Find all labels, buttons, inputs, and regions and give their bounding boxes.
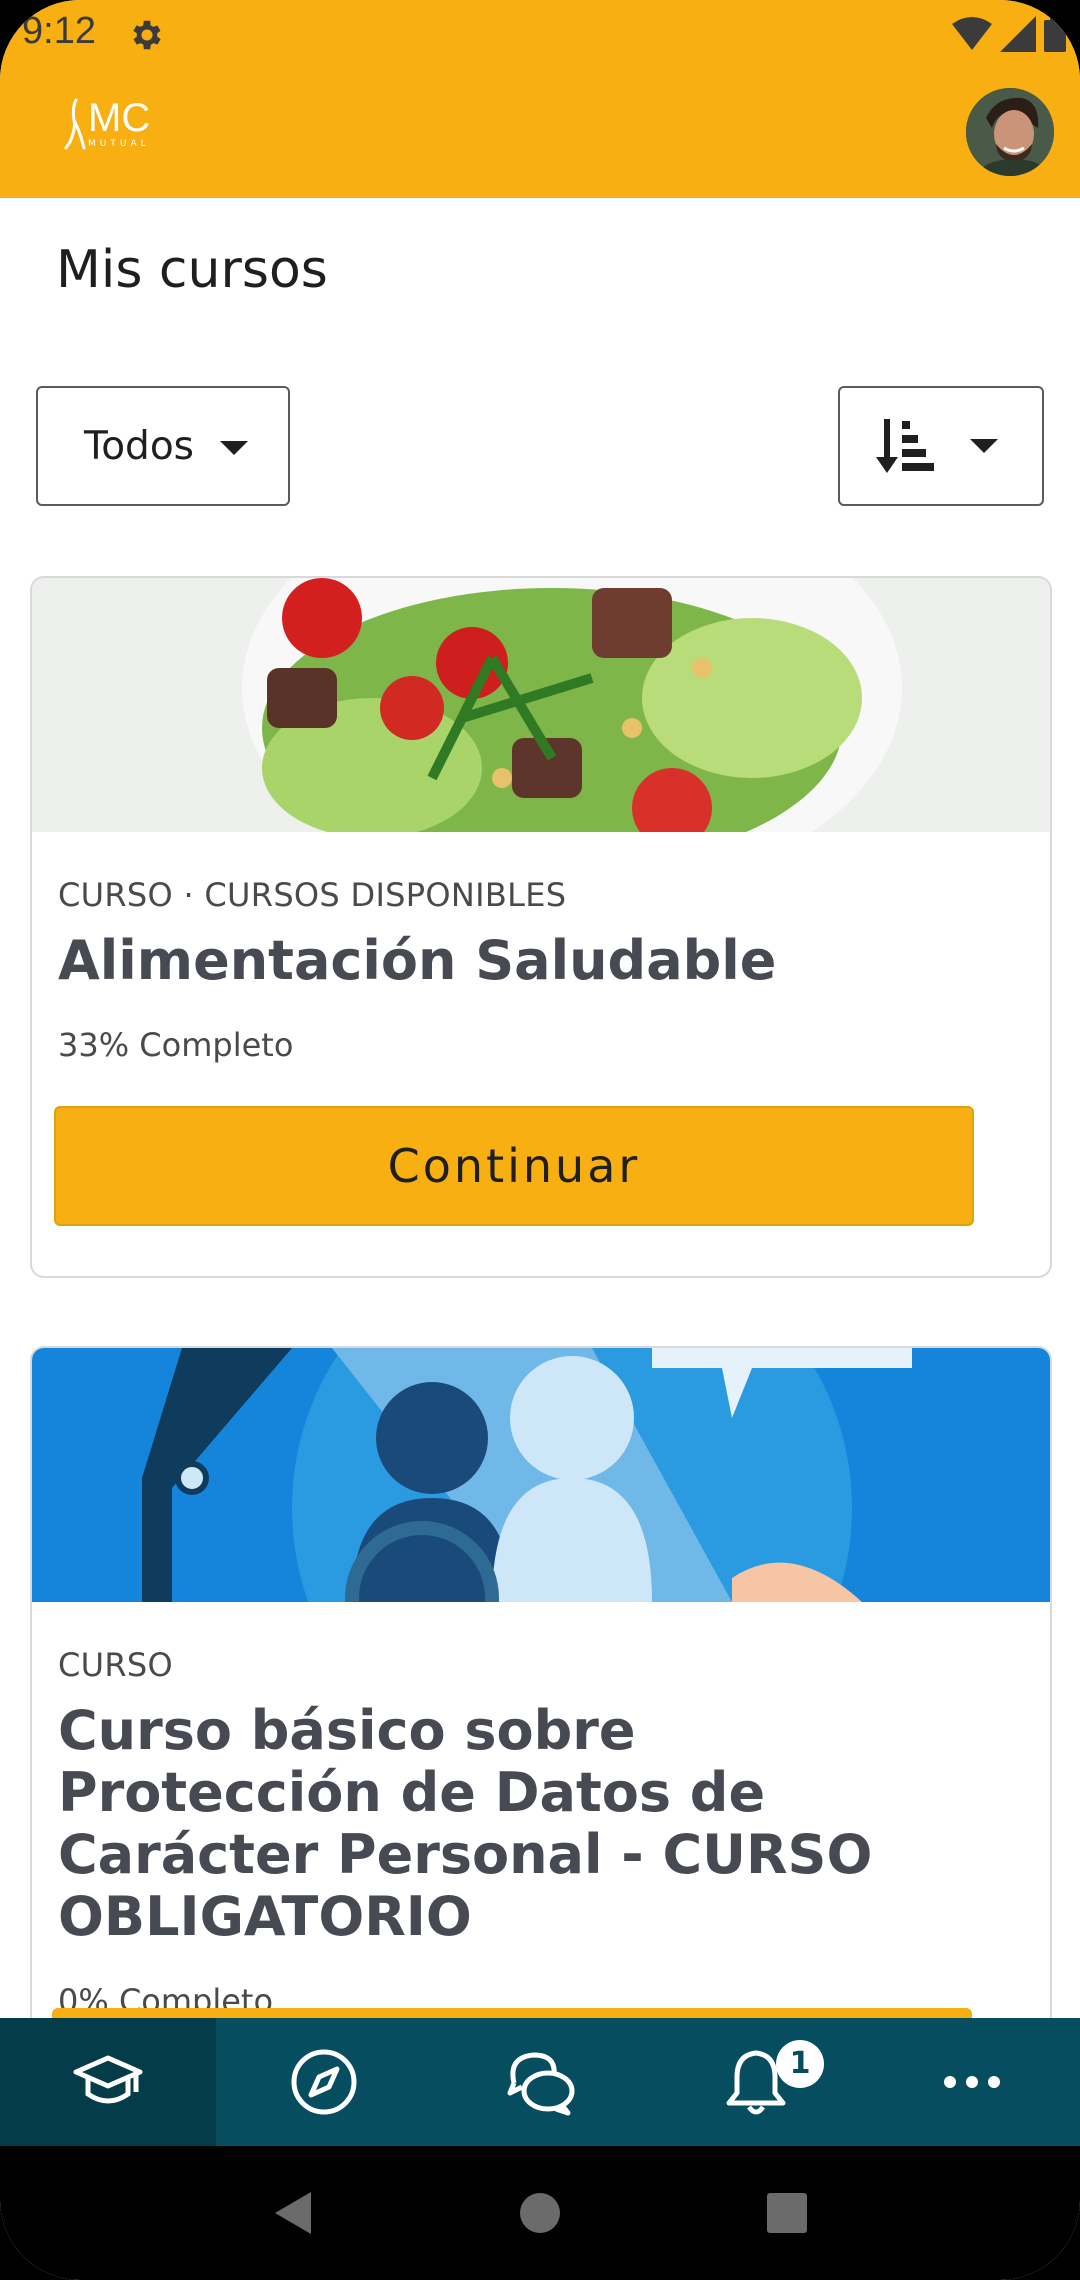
nav-notifications[interactable]: 1 — [648, 2018, 864, 2146]
app-logo: MC MUTUAL — [62, 96, 150, 152]
course-title[interactable]: Alimentación Saludable — [58, 930, 1024, 992]
chevron-down-icon — [220, 441, 248, 455]
status-indicators — [952, 14, 1066, 54]
course-category: CURSO · CURSOS DISPONIBLES — [58, 876, 567, 914]
course-card[interactable]: CURSO · CURSOS DISPONIBLES Alimentación … — [30, 576, 1052, 1278]
nav-my-courses[interactable] — [0, 2018, 216, 2146]
compass-icon — [291, 2049, 357, 2115]
recents-button[interactable] — [757, 2183, 817, 2243]
signal-icon — [1000, 16, 1036, 52]
continue-button[interactable]: Continuar — [54, 1106, 974, 1226]
chevron-down-icon — [970, 439, 998, 453]
status-time: 9:12 — [22, 10, 96, 52]
chat-icon — [507, 2052, 575, 2116]
course-title[interactable]: Curso básico sobre Protección de Datos d… — [58, 1700, 918, 1948]
filter-selected-value: Todos — [84, 423, 194, 469]
course-image-data-protection — [32, 1348, 1050, 1602]
logo-text: MC — [88, 96, 151, 140]
nav-more[interactable] — [864, 2018, 1080, 2146]
settings-status-icon — [133, 20, 161, 50]
sort-select[interactable] — [838, 386, 1044, 506]
nav-explore[interactable] — [216, 2018, 432, 2146]
logo-figure-icon — [64, 98, 86, 150]
avatar-image — [966, 88, 1054, 176]
home-button[interactable] — [510, 2183, 570, 2243]
bottom-navigation: 1 — [0, 2018, 1080, 2146]
logo-subtext: MUTUAL — [88, 139, 150, 149]
wifi-icon — [952, 17, 992, 50]
app-header: 9:12 MC MUTUAL — [0, 0, 1080, 198]
course-category: CURSO — [58, 1646, 173, 1684]
sort-descending-icon — [876, 419, 934, 473]
course-status-filter[interactable]: Todos — [36, 386, 290, 506]
home-circle-icon — [519, 2193, 560, 2233]
course-progress: 33% Completo — [58, 1026, 294, 1064]
back-button[interactable] — [263, 2183, 323, 2243]
more-icon — [944, 2076, 1000, 2088]
courses-icon — [73, 2055, 143, 2104]
course-image-salad — [32, 578, 1050, 832]
back-triangle-icon — [275, 2192, 312, 2234]
recents-square-icon — [766, 2193, 807, 2233]
system-navigation-bar — [0, 2146, 1080, 2280]
page-title: Mis cursos — [56, 240, 328, 300]
nav-messages[interactable] — [432, 2018, 648, 2146]
app-screen: 9:12 MC MUTUAL Mis cursos Todos CURSO · … — [0, 0, 1080, 2280]
user-avatar[interactable] — [966, 88, 1054, 176]
battery-icon — [1044, 16, 1066, 52]
notification-badge: 1 — [776, 2040, 824, 2088]
